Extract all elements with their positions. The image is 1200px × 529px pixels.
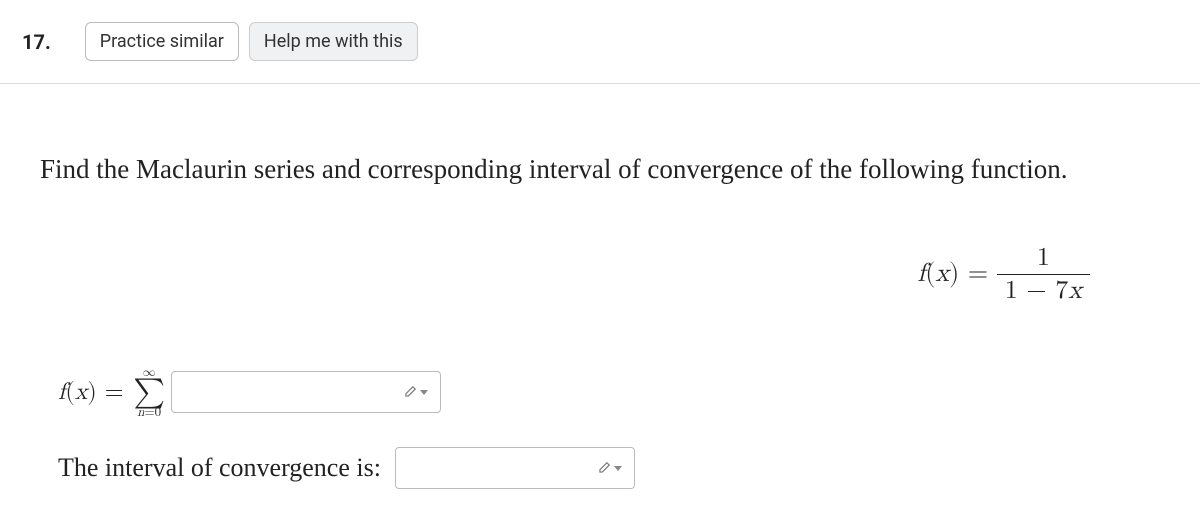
- pencil-icon: [597, 461, 622, 475]
- function-definition: f(x) = 1 1 − 7x: [40, 245, 1160, 306]
- sigma-notation: ∞ ∑ n=0: [133, 366, 165, 419]
- series-answer-input[interactable]: [171, 371, 441, 413]
- question-prompt: Find the Maclaurin series and correspond…: [40, 154, 1160, 185]
- function-f: f: [917, 261, 925, 287]
- interval-answer-input[interactable]: [395, 447, 635, 489]
- chevron-down-icon: [420, 390, 428, 395]
- question-header: 17. Practice similar Help me with this: [0, 0, 1200, 84]
- pencil-icon: [403, 385, 428, 399]
- practice-similar-button[interactable]: Practice similar: [85, 22, 239, 61]
- help-me-button[interactable]: Help me with this: [249, 22, 418, 61]
- question-content: Find the Maclaurin series and correspond…: [0, 84, 1200, 529]
- chevron-down-icon: [614, 466, 622, 471]
- interval-label: The interval of convergence is:: [58, 453, 381, 483]
- fraction: 1 1 − 7x: [997, 245, 1090, 306]
- equals-sign: =: [968, 261, 988, 287]
- answer-area: f(x) = ∞ ∑ n=0 The interval of: [40, 366, 1160, 489]
- fraction-denominator: 1 − 7x: [997, 275, 1090, 305]
- function-x: x: [935, 261, 949, 287]
- sigma-bottom: n=0: [137, 406, 161, 419]
- fraction-numerator: 1: [997, 245, 1090, 275]
- interval-answer-row: The interval of convergence is:: [58, 447, 1160, 489]
- sigma-symbol: ∑: [133, 379, 165, 406]
- series-lhs: f(x) = ∞ ∑ n=0: [58, 366, 171, 419]
- series-answer-row: f(x) = ∞ ∑ n=0: [58, 366, 1160, 419]
- question-number: 17.: [22, 30, 51, 54]
